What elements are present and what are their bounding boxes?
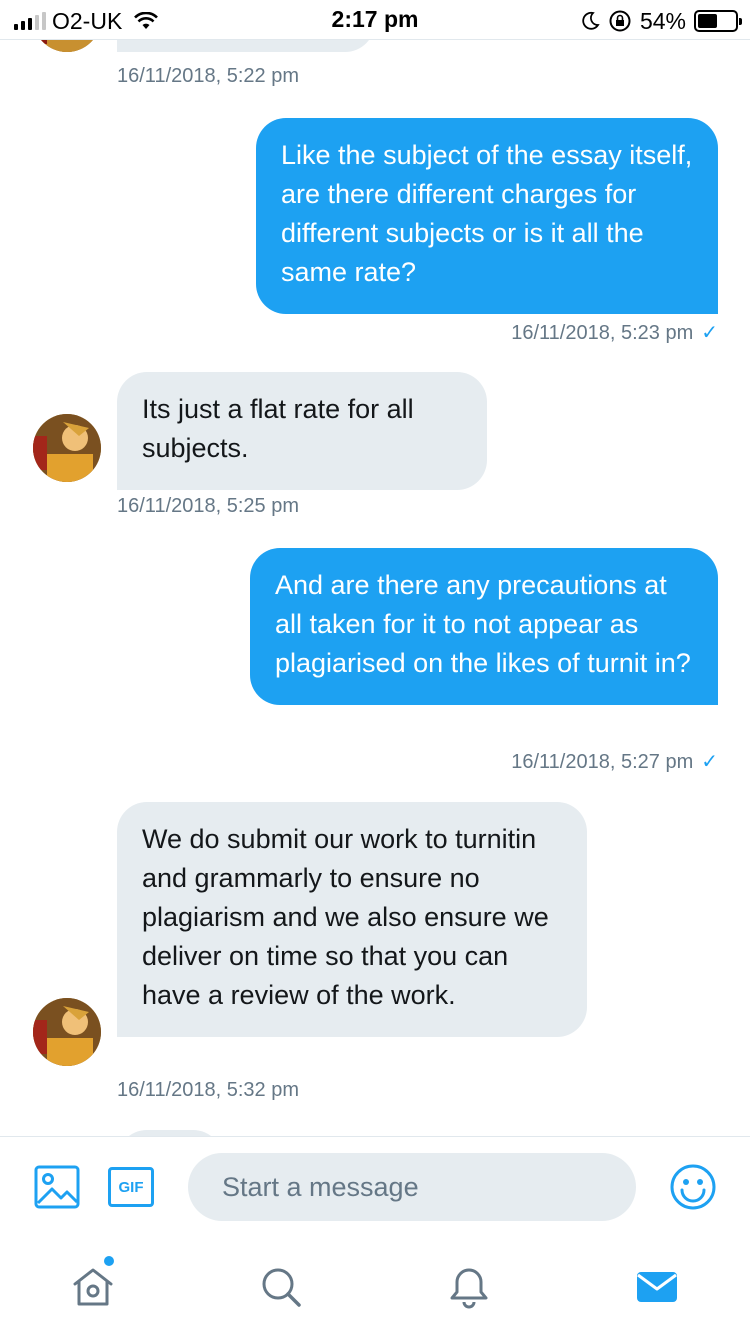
message-input[interactable] — [188, 1153, 636, 1221]
signal-icon — [14, 12, 46, 30]
message-timestamp: 16/11/2018, 5:22 pm — [117, 65, 299, 87]
status-left: O2-UK — [14, 6, 159, 36]
tab-notifications[interactable] — [446, 1264, 492, 1310]
bell-icon — [450, 1268, 488, 1309]
gif-button[interactable]: GIF — [108, 1167, 154, 1207]
emoji-button[interactable] — [669, 1163, 717, 1216]
tab-bar — [0, 1238, 750, 1334]
image-icon — [34, 1165, 80, 1209]
tab-messages[interactable] — [634, 1264, 680, 1310]
battery-icon — [694, 10, 742, 32]
sent-check-icon: ✓ — [701, 322, 718, 344]
avatar[interactable] — [33, 998, 101, 1066]
battery-label: 54% — [639, 7, 686, 34]
carrier-label: O2-UK — [52, 7, 123, 34]
search-icon — [262, 1268, 301, 1307]
message-bubble-outgoing[interactable]: And are there any precautions at all tak… — [250, 548, 718, 705]
gif-icon: GIF — [118, 1178, 144, 1196]
wifi-icon — [134, 12, 159, 29]
mail-icon — [637, 1272, 677, 1302]
tab-home[interactable] — [70, 1256, 116, 1310]
status-right: 54% — [580, 6, 742, 36]
message-timestamp: 16/11/2018, 5:25 pm — [117, 495, 299, 517]
message-timestamp: 16/11/2018, 5:32 pm — [117, 1079, 299, 1101]
moon-icon — [582, 11, 600, 30]
avatar[interactable] — [33, 414, 101, 482]
home-icon — [73, 1268, 113, 1306]
new-content-dot — [104, 1256, 114, 1266]
message-bubble-incoming[interactable]: We do submit our work to turnitin and gr… — [117, 802, 587, 1037]
tab-search[interactable] — [258, 1264, 304, 1310]
emoji-icon — [670, 1164, 716, 1210]
message-bubble-outgoing[interactable]: Like the subject of the essay itself, ar… — [256, 118, 718, 314]
message-thread[interactable]: 16/11/2018, 5:22 pm Like the subject of … — [0, 0, 750, 1136]
message-bubble-incoming[interactable]: Its just a flat rate for all subjects. — [117, 372, 487, 490]
status-bar: O2-UK 2:17 pm 54% — [0, 0, 750, 40]
timestamp-text: 16/11/2018, 5:27 pm — [511, 751, 694, 773]
message-composer: GIF — [0, 1136, 750, 1238]
rotation-lock-icon — [609, 10, 631, 32]
message-timestamp: 16/11/2018, 5:23 pm ✓ — [511, 320, 718, 345]
message-timestamp: 16/11/2018, 5:27 pm ✓ — [511, 749, 718, 774]
image-button[interactable] — [34, 1165, 80, 1214]
timestamp-text: 16/11/2018, 5:23 pm — [511, 322, 694, 344]
sent-check-icon: ✓ — [701, 751, 718, 773]
